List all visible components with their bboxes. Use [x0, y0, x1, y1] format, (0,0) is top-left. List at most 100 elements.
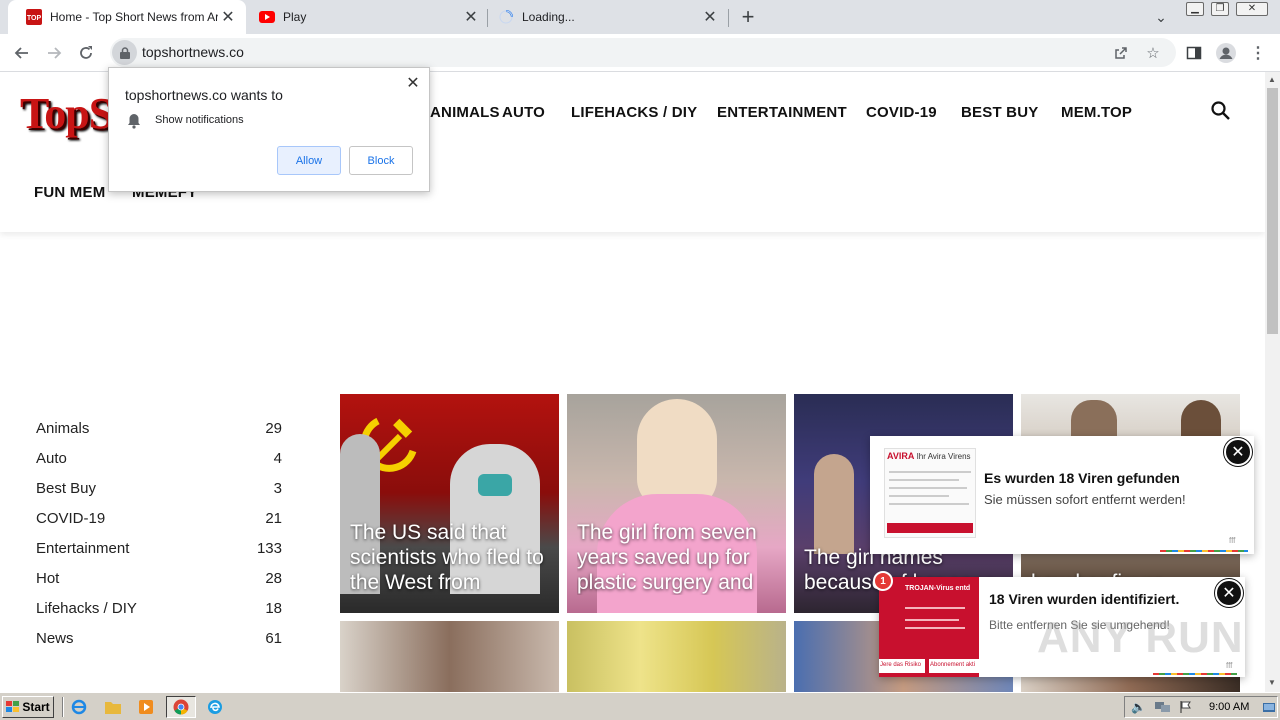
category-item[interactable]: COVID-19 21 — [36, 510, 286, 540]
url-text[interactable]: topshortnews.co — [142, 44, 244, 60]
show-desktop-icon[interactable] — [1263, 701, 1275, 713]
category-item[interactable]: Best Buy 3 — [36, 480, 286, 510]
media-player-icon[interactable] — [135, 697, 157, 717]
tab-separator — [728, 9, 729, 27]
permission-title: topshortnews.co wants to — [125, 87, 283, 103]
category-count: 3 — [273, 480, 282, 497]
lock-icon[interactable] — [112, 40, 137, 65]
alert-subtitle: Sie müssen sofort entfernt werden! — [984, 492, 1186, 507]
bell-icon — [128, 114, 140, 129]
tab-home[interactable]: TOP Home - Top Short News from Around th… — [8, 0, 246, 34]
start-label: Start — [22, 700, 50, 714]
nav-best-buy[interactable]: BEST BUY — [961, 104, 1038, 121]
trojan-button-2: Abonnement akti — [929, 659, 979, 673]
category-count: 133 — [256, 540, 282, 557]
article-thumbnail[interactable] — [340, 621, 559, 692]
share-icon[interactable] — [1112, 44, 1130, 62]
nav-mem-top[interactable]: MEM.TOP — [1061, 104, 1132, 121]
system-tray: 🔈 9:00 AM — [1124, 696, 1278, 718]
close-icon[interactable]: ✕ — [1224, 438, 1252, 466]
category-item[interactable]: Entertainment 133 — [36, 540, 286, 570]
chrome-icon — [173, 699, 189, 715]
edge-icon[interactable] — [204, 697, 226, 717]
scrollbar-thumb[interactable] — [1267, 88, 1278, 334]
reload-icon[interactable] — [74, 41, 98, 65]
menu-kebab-icon[interactable]: ⋮ — [1246, 41, 1270, 65]
screen: TOP Home - Top Short News from Around th… — [0, 0, 1280, 720]
tab-title: Play — [283, 10, 307, 24]
nav-fun-mem[interactable]: FUN MEM — [34, 184, 105, 201]
category-sidebar: Animals 29 Auto 4 Best Buy 3 COVID-19 21 Ent… — [36, 420, 286, 660]
article-thumbnail[interactable] — [567, 621, 786, 692]
forward-arrow-icon[interactable] — [42, 41, 66, 65]
network-icon[interactable] — [1155, 700, 1171, 714]
minimize-icon[interactable]: ▁ — [1186, 2, 1204, 16]
article-card[interactable]: The girl from seven years saved up for p… — [567, 394, 786, 613]
tab-loading[interactable]: Loading... ✕ — [480, 0, 728, 34]
category-item[interactable]: Animals 29 — [36, 420, 286, 450]
chrome-taskbar-button[interactable] — [166, 696, 196, 718]
trojan-alert-popup[interactable]: TROJAN-Virus entd Jere das Risiko Abonne… — [873, 571, 1245, 677]
close-tab-icon[interactable]: ✕ — [700, 7, 720, 27]
block-button[interactable]: Block — [349, 146, 413, 175]
notification-permission-dialog: topshortnews.co wants to ✕ Show notifica… — [108, 67, 430, 192]
category-count: 61 — [265, 630, 282, 647]
scroll-down-icon[interactable]: ▼ — [1268, 678, 1276, 687]
category-count: 21 — [265, 510, 282, 527]
category-count: 18 — [265, 600, 282, 617]
tab-search-icon[interactable]: ⌄ — [1150, 6, 1172, 28]
avira-screenshot-image: AVIRA Ihr Avira Virens — [884, 448, 976, 538]
close-icon[interactable]: ✕ — [1215, 579, 1243, 607]
watermark: ANY RUN — [1037, 613, 1244, 662]
category-item[interactable]: Lifehacks / DIY 18 — [36, 600, 286, 630]
category-name: News — [36, 630, 74, 647]
tab-title: Loading... — [522, 10, 575, 24]
category-item[interactable]: Hot 28 — [36, 570, 286, 600]
site-logo[interactable]: TopS — [20, 88, 113, 139]
vertical-scrollbar[interactable]: ▲ ▼ — [1265, 72, 1280, 692]
side-panel-icon[interactable] — [1182, 41, 1206, 65]
tab-title: Home - Top Short News from Around the Wo… — [50, 10, 218, 24]
ie-icon[interactable] — [68, 697, 90, 717]
bookmark-star-icon[interactable]: ☆ — [1144, 44, 1162, 62]
window-close-icon[interactable]: ✕ — [1236, 2, 1268, 16]
category-name: Animals — [36, 420, 90, 437]
youtube-icon — [259, 11, 275, 23]
volume-icon[interactable]: 🔈 — [1131, 700, 1146, 714]
allow-button[interactable]: Allow — [277, 146, 341, 175]
nav-lifehacks[interactable]: LIFEHACKS / DIY — [571, 104, 697, 121]
nav-covid[interactable]: COVID-19 — [866, 104, 937, 121]
start-button[interactable]: Start — [2, 696, 54, 718]
flag-icon[interactable] — [1179, 700, 1193, 714]
search-icon[interactable] — [1210, 100, 1232, 122]
tab-strip: TOP Home - Top Short News from Around th… — [0, 0, 1280, 34]
virus-alert-popup[interactable]: AVIRA Ihr Avira Virens Es wurden 18 Vire… — [870, 436, 1254, 554]
category-item[interactable]: Auto 4 — [36, 450, 286, 480]
scroll-up-icon[interactable]: ▲ — [1268, 75, 1276, 84]
new-tab-button[interactable]: + — [736, 4, 760, 29]
close-tab-icon[interactable]: ✕ — [218, 7, 238, 27]
trojan-brand: TROJAN-Virus entd — [905, 585, 971, 592]
avira-brand-sub: Ihr Avira Virens — [916, 452, 971, 461]
category-name: Hot — [36, 570, 60, 587]
nav-animals[interactable]: ANIMALS — [430, 104, 500, 121]
trojan-screenshot-image: TROJAN-Virus entd Jere das Risiko Abonne… — [879, 577, 979, 677]
category-name: Entertainment — [36, 540, 130, 557]
category-item[interactable]: News 61 — [36, 630, 286, 660]
category-name: Lifehacks / DIY — [36, 600, 137, 617]
profile-avatar-icon[interactable] — [1214, 41, 1238, 65]
restore-icon[interactable]: ❐ — [1211, 2, 1229, 16]
address-bar[interactable]: topshortnews.co ☆ — [110, 38, 1176, 67]
loading-spinner-icon — [499, 10, 513, 24]
alert-tag: fff — [1229, 536, 1236, 545]
article-card[interactable]: The US said that scientists who fled to … — [340, 394, 559, 613]
tab-play[interactable]: Play ✕ — [241, 0, 489, 34]
close-tab-icon[interactable]: ✕ — [461, 7, 481, 27]
folder-icon[interactable] — [102, 697, 124, 717]
nav-auto[interactable]: AUTO — [502, 104, 545, 121]
article-title: The girl from seven years saved up for p… — [577, 521, 757, 594]
close-icon[interactable]: ✕ — [405, 76, 421, 92]
back-arrow-icon[interactable] — [10, 41, 34, 65]
nav-entertainment[interactable]: ENTERTAINMENT — [717, 104, 847, 121]
article-title: The US said that scientists who fled to … — [350, 521, 544, 594]
